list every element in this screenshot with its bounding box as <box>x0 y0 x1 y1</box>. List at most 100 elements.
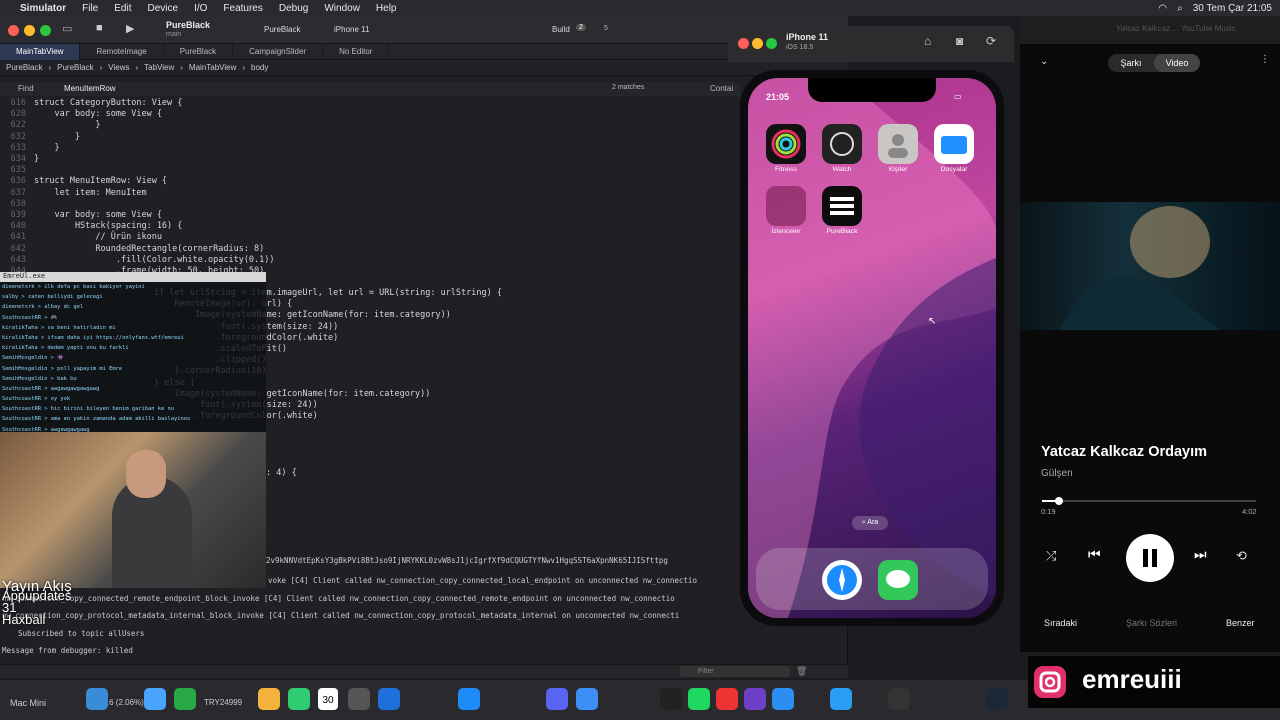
testflight-icon[interactable] <box>772 688 794 710</box>
breadcrumb-item[interactable]: body <box>251 63 268 72</box>
xcode-icon[interactable] <box>576 688 598 710</box>
tab-no-editor[interactable]: No Editor <box>323 43 390 60</box>
contacts-icon[interactable] <box>878 124 918 164</box>
menubar-clock[interactable]: 30 Tem Çar 21:05 <box>1193 3 1272 14</box>
pause-button[interactable] <box>1126 534 1174 582</box>
shuffle-icon[interactable]: ⤮ <box>1046 548 1056 564</box>
next-icon[interactable]: ⏭ <box>1194 546 1207 563</box>
breadcrumb-item[interactable]: PureBlack <box>6 63 42 72</box>
warning-count[interactable]: 2 <box>576 24 586 31</box>
pureblack-app-icon[interactable] <box>822 186 862 226</box>
find-input[interactable]: MenuItemRow <box>64 84 116 93</box>
home-icon[interactable]: ⌂ <box>924 34 931 48</box>
breadcrumb-item[interactable]: TabView <box>144 63 174 72</box>
menu-debug[interactable]: Debug <box>279 3 308 14</box>
menu-window[interactable]: Window <box>324 3 360 14</box>
terminal-icon[interactable] <box>660 688 682 710</box>
trash-icon[interactable]: 🗑 <box>796 666 807 677</box>
code-editor[interactable]: 616 struct CategoryButton: View {620 var … <box>0 98 740 284</box>
github-icon[interactable] <box>744 688 766 710</box>
collapse-chevron-icon[interactable]: ⌄ <box>1040 56 1048 67</box>
screenshot-icon[interactable]: ◙ <box>956 34 963 48</box>
discord-icon[interactable] <box>546 688 568 710</box>
menu-device[interactable]: Device <box>147 3 178 14</box>
wifi-icon[interactable]: ◠ <box>1158 3 1167 14</box>
breadcrumb-item[interactable]: MainTabView <box>189 63 236 72</box>
contains-selector[interactable]: Contai <box>710 84 733 93</box>
messages-icon[interactable] <box>878 560 918 600</box>
rotate-icon[interactable]: ⟳ <box>986 34 996 48</box>
photos-icon[interactable] <box>258 688 280 710</box>
tab-campaignslider[interactable]: CampaignSlider <box>233 43 324 60</box>
close-window-button[interactable] <box>8 25 19 36</box>
zoom-window-button[interactable] <box>40 25 51 36</box>
menu-io[interactable]: I/O <box>194 3 207 14</box>
webcam-feed: Yayın Akış <box>0 432 266 595</box>
reminders-icon[interactable] <box>766 186 806 226</box>
search-icon[interactable]: ⌕ <box>1177 3 1183 14</box>
sidebar-toggle-icon[interactable]: ▭ <box>62 22 72 35</box>
menu-app-name[interactable]: Simulator <box>20 3 66 14</box>
error-count[interactable]: 5 <box>604 25 608 32</box>
filter-input[interactable]: Filter <box>680 666 790 677</box>
menu-help[interactable]: Help <box>376 3 397 14</box>
tab-up-next[interactable]: Sıradaki <box>1044 618 1077 628</box>
tab-pureblack[interactable]: PureBlack <box>164 43 234 60</box>
more-options-icon[interactable]: ⋮ <box>1260 54 1270 65</box>
stop-icon[interactable]: ■ <box>96 22 103 34</box>
calendar-icon[interactable]: 30 <box>318 688 338 710</box>
menu-edit[interactable]: Edit <box>114 3 131 14</box>
tab-related[interactable]: Benzer <box>1226 618 1255 628</box>
menu-features[interactable]: Features <box>223 3 262 14</box>
find-label[interactable]: Find <box>18 84 34 93</box>
fitness-icon[interactable] <box>766 124 806 164</box>
sim-close-button[interactable] <box>738 38 749 49</box>
breadcrumb-item[interactable]: PureBlack <box>57 63 93 72</box>
line-number: 622 <box>10 120 26 131</box>
mail-icon[interactable] <box>378 688 400 710</box>
menu-file[interactable]: File <box>82 3 98 14</box>
kick-icon[interactable] <box>688 688 710 710</box>
minimize-window-button[interactable] <box>24 25 35 36</box>
previous-icon[interactable]: ⏮ <box>1088 546 1101 563</box>
facetime-icon[interactable] <box>288 688 310 710</box>
chat-message: salby > zaten belliydi gelecegi <box>2 294 103 301</box>
steam-icon[interactable] <box>986 688 1008 710</box>
progress-bar[interactable] <box>1042 497 1256 505</box>
appstore-icon[interactable] <box>144 688 166 710</box>
breadcrumb-item[interactable]: Views <box>108 63 129 72</box>
app-store-connect-icon[interactable] <box>830 688 852 710</box>
settings-icon[interactable] <box>348 688 370 710</box>
sim-zoom-button[interactable] <box>766 38 777 49</box>
code-line: } <box>34 142 60 153</box>
project-name: PureBlack <box>166 20 211 30</box>
sim-minimize-button[interactable] <box>752 38 763 49</box>
code-line: let item: MenuItem <box>34 187 147 198</box>
device-selector[interactable]: iPhone 11 <box>334 25 369 34</box>
safari-icon[interactable] <box>822 560 862 600</box>
tab-video[interactable]: Video <box>1154 54 1200 72</box>
tab-lyrics[interactable]: Şarkı Sözleri <box>1126 618 1177 628</box>
tab-song[interactable]: Şarkı <box>1108 54 1154 72</box>
search-pill[interactable]: ⌕ Ara <box>852 516 888 530</box>
watch-icon[interactable] <box>822 124 862 164</box>
run-icon[interactable]: ▶ <box>126 22 134 35</box>
line-number: 636 <box>10 176 26 187</box>
youtube-music-window: Yatcaz Kalkcaz ... YouTube Music ⌄ Şarkı… <box>1020 16 1280 652</box>
song-artist[interactable]: Gülşen <box>1041 468 1073 479</box>
progress-knob[interactable] <box>1055 497 1064 505</box>
unity-icon[interactable] <box>888 688 910 710</box>
match-count: 2 matches <box>612 84 645 91</box>
iphone-screen[interactable]: 21:05 ▭ Fitness Watch Kişiler Dosyalar İ… <box>748 78 996 618</box>
tab-maintabview[interactable]: MainTabView <box>0 43 81 60</box>
scheme-selector[interactable]: PureBlack <box>264 25 300 34</box>
youtube-music-icon[interactable] <box>716 688 738 710</box>
finder-icon[interactable] <box>86 688 108 710</box>
music-video[interactable] <box>1020 202 1280 330</box>
files-icon[interactable] <box>934 124 974 164</box>
xcode-instruments-icon[interactable] <box>458 688 480 710</box>
messages-dock-icon[interactable] <box>174 688 196 710</box>
repeat-icon[interactable]: ⟲ <box>1236 548 1247 564</box>
console-line: Subscribed to topic allUsers <box>18 628 145 638</box>
tab-remoteimage[interactable]: RemoteImage <box>80 43 164 60</box>
